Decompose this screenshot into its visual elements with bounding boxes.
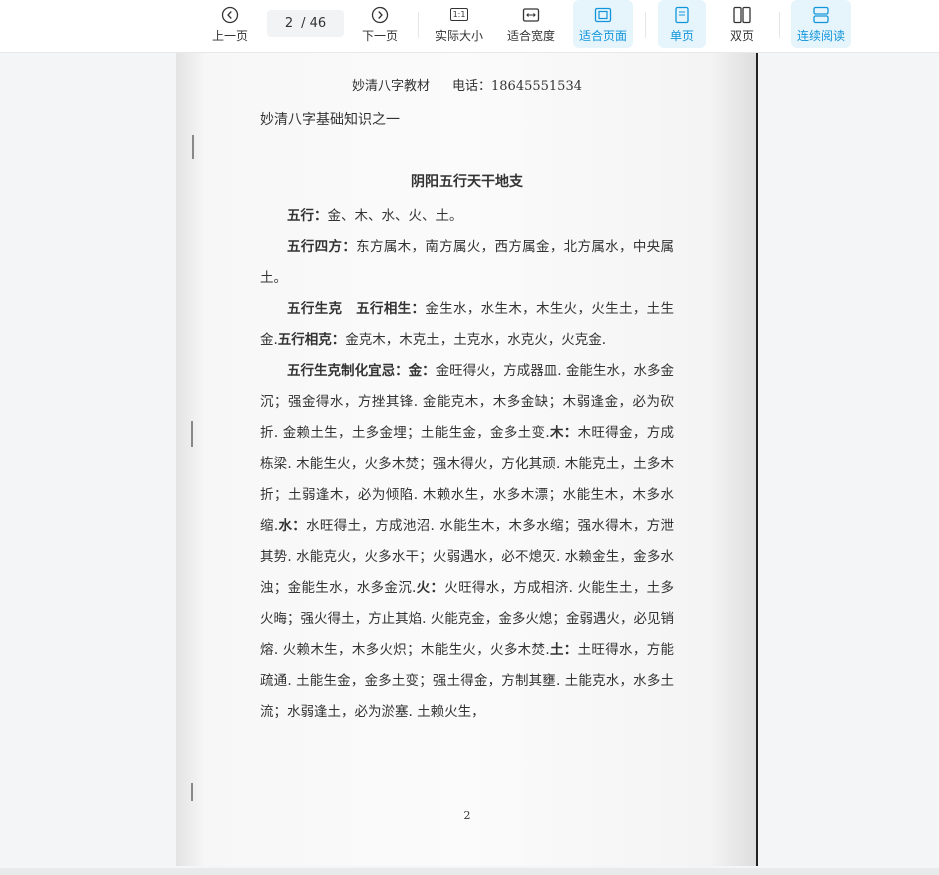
- section-title: 阴阳五行天干地支: [411, 174, 523, 190]
- single-page-icon: [672, 5, 692, 25]
- ratio-1-1-icon: 1:1: [449, 5, 469, 25]
- binding-hole-mark: [191, 783, 193, 801]
- current-page-value: 2: [284, 16, 294, 31]
- ratio-text: 1:1: [449, 8, 469, 21]
- continuous-read-label: 连续阅读: [796, 28, 845, 43]
- fit-width-label: 适合宽度: [506, 28, 555, 43]
- paragraph: 五行生克 五行相生：金生水，水生木，木生火，火生土，土生金.五行相克：金克木，木…: [260, 294, 674, 356]
- chevron-left-circle-icon: [220, 5, 240, 25]
- element-label: 木：: [549, 425, 578, 441]
- binding-hole-mark: [192, 135, 194, 159]
- toolbar-divider: [779, 12, 780, 38]
- fit-width-icon: [521, 5, 541, 25]
- next-page-label: 下一页: [361, 28, 398, 43]
- prev-page-label: 上一页: [211, 28, 248, 43]
- element-label: 金：: [408, 363, 436, 379]
- document-viewer[interactable]: 妙清八字教材 电话：18645551534 妙清八字基础知识之一 阴阳五行天干地支…: [0, 53, 939, 868]
- actual-size-label: 实际大小: [434, 28, 483, 43]
- single-page-label: 单页: [669, 28, 694, 43]
- page-header: 妙清八字教材 电话：18645551534: [260, 75, 674, 94]
- fit-page-label: 适合页面: [578, 28, 627, 43]
- continuous-read-button[interactable]: 连续阅读: [791, 0, 851, 48]
- binding-hole-mark: [191, 421, 193, 447]
- fit-page-icon: [593, 5, 613, 25]
- element-label: 火：: [416, 580, 445, 596]
- fit-width-button[interactable]: 适合宽度: [503, 0, 559, 48]
- viewer-bottom-edge: [0, 868, 939, 875]
- double-page-label: 双页: [729, 28, 754, 43]
- paragraph: 五行四方：东方属木，南方属火，西方属金，北方属水，中央属土。: [260, 232, 674, 294]
- chevron-right-circle-icon: [370, 5, 390, 25]
- total-pages-label: / 46: [301, 16, 327, 31]
- document-body: 五行：金、木、水、火、土。 五行四方：东方属木，南方属火，西方属金，北方属水，中…: [260, 201, 674, 728]
- term-label: 五行相克：: [277, 332, 346, 348]
- paragraph: 五行生克制化宜忌：金：金旺得火，方成器皿. 金能生水，水多金沉；强金得水，方挫其…: [260, 356, 674, 728]
- term-label: 五行四方：: [287, 239, 357, 255]
- page-footer-number: 2: [463, 809, 471, 822]
- continuous-scroll-icon: [811, 5, 831, 25]
- document-subtitle: 妙清八字基础知识之一: [260, 112, 400, 128]
- paragraph: 五行：金、木、水、火、土。: [260, 201, 674, 232]
- term-label: 五行：: [287, 208, 328, 224]
- element-label: 水：: [278, 518, 307, 534]
- paragraph-text: 金、木、水、火、土。: [327, 208, 463, 224]
- page-number-input[interactable]: 2 / 46: [267, 10, 344, 37]
- prev-page-button[interactable]: 上一页: [206, 0, 254, 48]
- scanned-page: 妙清八字教材 电话：18645551534 妙清八字基础知识之一 阴阳五行天干地支…: [176, 53, 758, 866]
- header-org: 妙清八字教材: [352, 79, 431, 94]
- toolbar-divider: [645, 12, 646, 38]
- viewer-toolbar: 上一页 2 / 46 下一页 1:1 实际大小 适合宽度 适合页面 单页 双页 …: [0, 0, 939, 53]
- double-page-icon: [732, 5, 752, 25]
- paragraph-text: 金克木，木克土，土克水，水克火，火克金.: [345, 332, 607, 348]
- element-label: 土：: [549, 642, 578, 658]
- actual-size-button[interactable]: 1:1 实际大小: [431, 0, 487, 48]
- header-phone: 电话：18645551534: [452, 79, 582, 94]
- single-page-button[interactable]: 单页: [658, 0, 706, 48]
- term-label: 五行生克制化宜忌：: [287, 363, 409, 379]
- term-label: 五行生克: [287, 301, 343, 317]
- fit-page-button[interactable]: 适合页面: [573, 0, 633, 48]
- term-label: 五行相生：: [355, 301, 426, 317]
- toolbar-divider: [418, 12, 419, 38]
- next-page-button[interactable]: 下一页: [356, 0, 404, 48]
- double-page-button[interactable]: 双页: [718, 0, 766, 48]
